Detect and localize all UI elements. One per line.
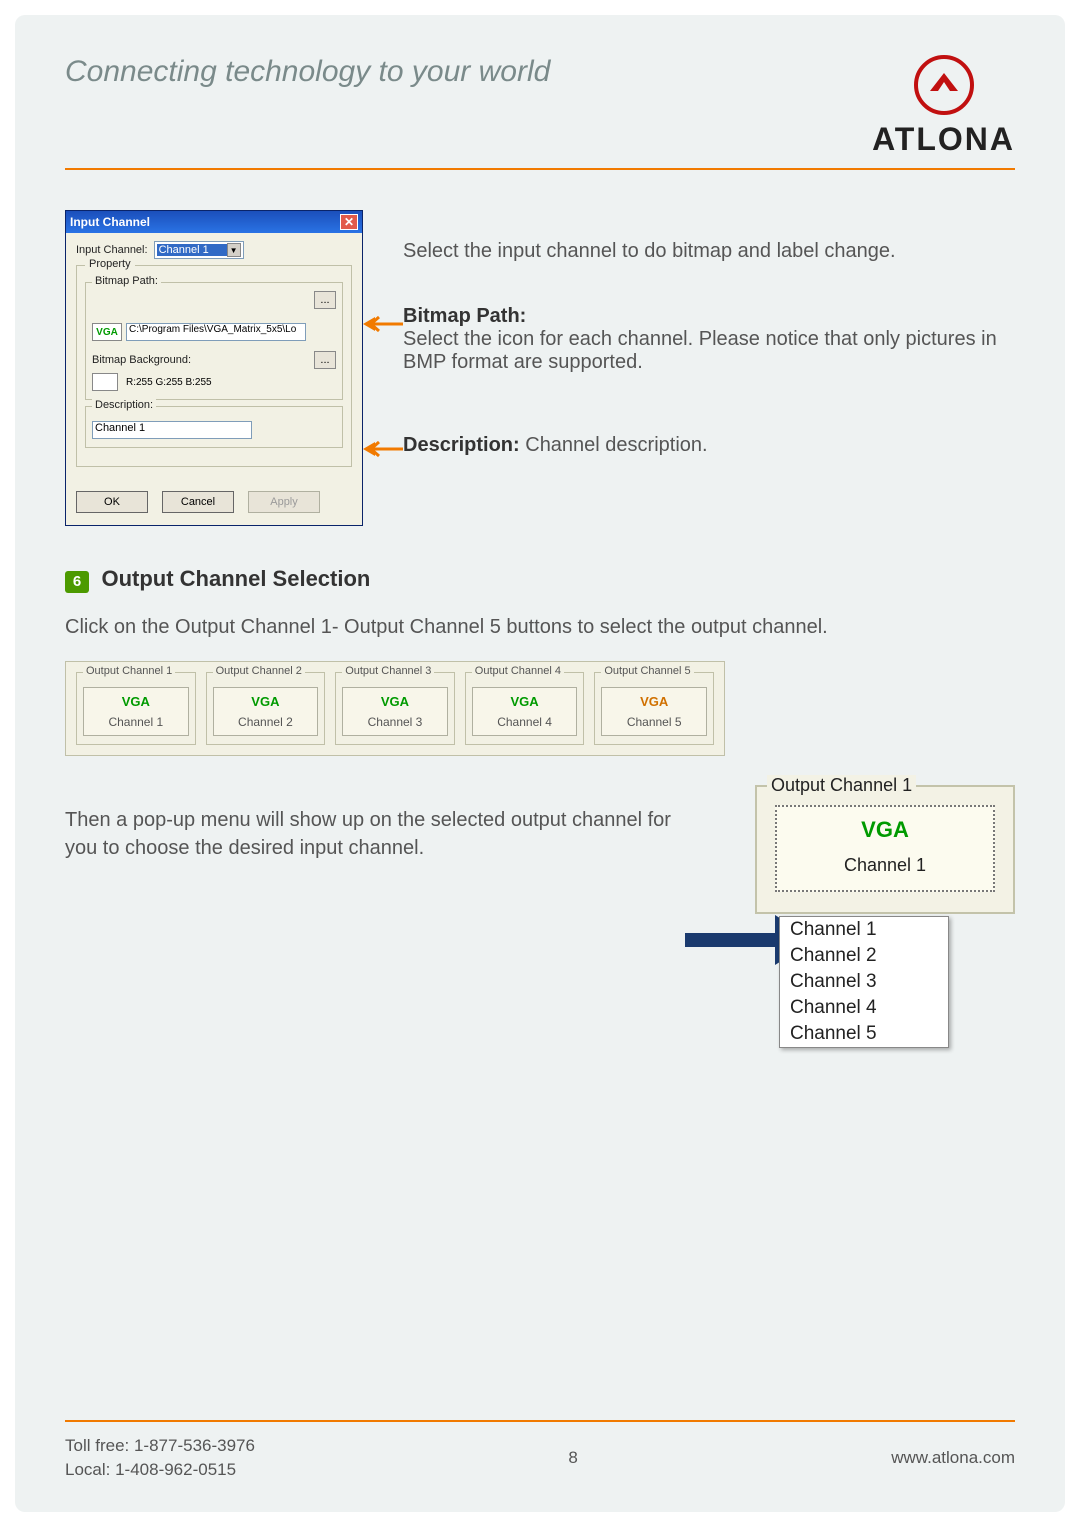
popup-vga-label: VGA [785, 817, 985, 843]
output-channel-box: Output Channel 4VGAChannel 4 [465, 672, 585, 745]
output-box-legend: Output Channel 1 [83, 665, 175, 677]
popup-menu: Channel 1Channel 2Channel 3Channel 4Chan… [779, 916, 949, 1048]
rgb-text: R:255 G:255 B:255 [126, 377, 212, 388]
bitmap-path-input[interactable]: C:\Program Files\VGA_Matrix_5x5\Lo [126, 323, 306, 341]
input-channel-dialog: Input Channel ✕ Input Channel: Channel 1… [65, 210, 363, 526]
section-title: Output Channel Selection [101, 566, 370, 591]
popup-channel-label: Channel 1 [844, 855, 926, 875]
logo-icon [914, 55, 974, 115]
popup-menu-item[interactable]: Channel 4 [780, 995, 948, 1021]
annot-bitmap-title: Bitmap Path: [403, 305, 526, 327]
footer-local: Local: 1-408-962-0515 [65, 1458, 255, 1482]
dialog-titlebar: Input Channel ✕ [66, 211, 362, 233]
annot-desc-title: Description: [403, 434, 520, 456]
dialog-title: Input Channel [70, 215, 150, 229]
brand-logo: ATLONA [872, 55, 1015, 158]
arrow-icon [363, 434, 413, 464]
annot-desc-text: Channel description. [520, 434, 708, 456]
popup-menu-item[interactable]: Channel 3 [780, 969, 948, 995]
bg-color-swatch [92, 373, 118, 391]
page-number: 8 [568, 1448, 577, 1468]
footer-url: www.atlona.com [891, 1448, 1015, 1468]
output-popup: Output Channel 1 VGA Channel 1 Channel 1… [755, 785, 1015, 1048]
bitmap-path-label: Bitmap Path: [92, 275, 161, 287]
input-channel-combo[interactable]: Channel 1 ▼ [154, 241, 244, 259]
page-header: Connecting technology to your world ATLO… [65, 55, 1015, 170]
output-box-legend: Output Channel 5 [601, 665, 693, 677]
annot-select-text: Select the input channel to do bitmap an… [403, 240, 896, 262]
browse-bitmap-button[interactable]: ... [314, 291, 336, 309]
popup-output-button[interactable]: VGA Channel 1 [775, 805, 995, 892]
input-channel-label: Input Channel: [76, 244, 148, 256]
property-legend: Property [85, 258, 135, 270]
output-channel-button[interactable]: VGA Channel 4 [472, 687, 578, 736]
cancel-button[interactable]: Cancel [162, 491, 234, 513]
browse-bg-button[interactable]: ... [314, 351, 336, 369]
output-channel-box: Output Channel 3VGAChannel 3 [335, 672, 455, 745]
section-6-intro: Click on the Output Channel 1- Output Ch… [65, 613, 1015, 641]
output-channel-button[interactable]: VGA Channel 1 [83, 687, 189, 736]
vga-label: VGA [606, 694, 702, 709]
channel-label: Channel 4 [497, 715, 552, 729]
page-footer: Toll free: 1-877-536-3976 Local: 1-408-9… [65, 1434, 1015, 1482]
section-6-header: 6 Output Channel Selection [65, 566, 1015, 593]
annotation-column: Select the input channel to do bitmap an… [403, 210, 1015, 526]
output-channel-button[interactable]: VGA Channel 2 [213, 687, 319, 736]
vga-label: VGA [347, 694, 443, 709]
channel-label: Channel 2 [238, 715, 293, 729]
popup-legend: Output Channel 1 [767, 775, 916, 796]
channel-label: Channel 3 [368, 715, 423, 729]
ok-button[interactable]: OK [76, 491, 148, 513]
vga-label: VGA [218, 694, 314, 709]
bitmap-bg-label: Bitmap Background: [92, 354, 191, 366]
tagline: Connecting technology to your world [65, 55, 550, 89]
apply-button[interactable]: Apply [248, 491, 320, 513]
description-input[interactable]: Channel 1 [92, 421, 252, 439]
channel-label: Channel 1 [108, 715, 163, 729]
input-channel-value: Channel 1 [157, 244, 227, 256]
channel-label: Channel 5 [627, 715, 682, 729]
output-box-legend: Output Channel 3 [342, 665, 434, 677]
footer-divider [65, 1420, 1015, 1422]
output-box-legend: Output Channel 4 [472, 665, 564, 677]
popup-menu-item[interactable]: Channel 5 [780, 1021, 948, 1047]
output-channel-box: Output Channel 5VGAChannel 5 [594, 672, 714, 745]
vga-label: VGA [88, 694, 184, 709]
chevron-down-icon[interactable]: ▼ [227, 243, 241, 257]
annot-bitmap-text: Select the icon for each channel. Please… [403, 328, 997, 373]
brand-name: ATLONA [872, 121, 1015, 158]
output-channel-button[interactable]: VGA Channel 5 [601, 687, 707, 736]
popup-menu-item[interactable]: Channel 1 [780, 917, 948, 943]
output-channel-box: Output Channel 1VGAChannel 1 [76, 672, 196, 745]
output-channel-box: Output Channel 2VGAChannel 2 [206, 672, 326, 745]
output-channel-strip: Output Channel 1 VGA Channel 1 Output Chann… [65, 661, 725, 756]
arrow-icon [363, 309, 413, 339]
description-label: Description: [92, 399, 156, 411]
vga-label: VGA [477, 694, 573, 709]
footer-tollfree: Toll free: 1-877-536-3976 [65, 1434, 255, 1458]
popup-menu-item[interactable]: Channel 2 [780, 943, 948, 969]
section-number-badge: 6 [65, 571, 89, 593]
output-channel-button[interactable]: VGA Channel 3 [342, 687, 448, 736]
bitmap-swatch: VGA [92, 323, 122, 341]
section-6-after: Then a pop-up menu will show up on the s… [65, 806, 705, 862]
output-box-legend: Output Channel 2 [213, 665, 305, 677]
close-icon[interactable]: ✕ [340, 214, 358, 230]
